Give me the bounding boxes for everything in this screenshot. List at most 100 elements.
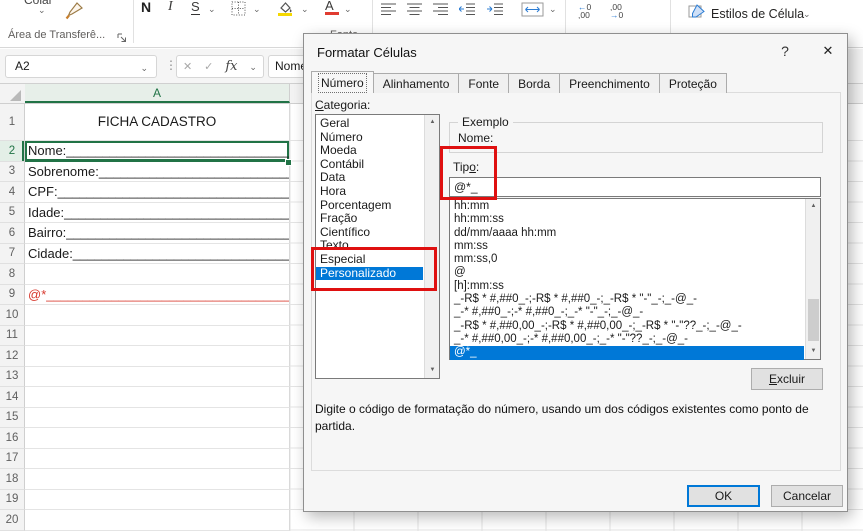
excluir-button[interactable]: Excluir bbox=[751, 368, 823, 390]
row-header[interactable]: 4 bbox=[0, 182, 25, 203]
cancel-entry-icon[interactable]: ✕ bbox=[183, 60, 192, 73]
format-code-item[interactable]: mm:ss bbox=[450, 240, 804, 253]
category-item[interactable]: Porcentagem bbox=[316, 198, 423, 213]
cell-styles-button[interactable]: Estilos de Célula bbox=[711, 7, 804, 21]
cell[interactable]: CPF:___________________________________ bbox=[25, 182, 290, 203]
format-code-item[interactable]: _-* #,##0_-;-* #,##0_-;_-* "-"_-;_-@_- bbox=[450, 306, 804, 319]
format-painter-icon[interactable] bbox=[64, 1, 85, 25]
cell[interactable]: @*____________________________________ bbox=[25, 284, 290, 305]
cell[interactable]: Sobrenome:______________________________ bbox=[25, 161, 290, 182]
category-item[interactable]: Contábil bbox=[316, 157, 423, 172]
cell[interactable] bbox=[25, 325, 290, 346]
clipboard-dialog-launcher-icon[interactable] bbox=[117, 30, 127, 47]
row-header[interactable]: 5 bbox=[0, 202, 25, 223]
fill-handle[interactable] bbox=[285, 158, 292, 166]
align-right-icon[interactable] bbox=[433, 2, 448, 20]
font-color-chevron-icon[interactable]: ⌄ bbox=[344, 4, 352, 15]
row-header[interactable]: 15 bbox=[0, 407, 25, 428]
select-all-corner[interactable] bbox=[10, 90, 21, 101]
fx-chevron-icon[interactable]: ⌄ bbox=[249, 62, 257, 73]
tipo-input[interactable]: @*_ bbox=[449, 177, 821, 197]
increase-decimal-button[interactable]: ←0 ,00 bbox=[578, 3, 591, 20]
format-code-item[interactable]: @*_ bbox=[450, 346, 804, 360]
confirm-entry-icon[interactable]: ✓ bbox=[204, 60, 213, 73]
borders-icon[interactable] bbox=[231, 1, 246, 21]
increase-indent-icon[interactable] bbox=[487, 2, 503, 20]
category-item[interactable]: Data bbox=[316, 171, 423, 185]
bold-button[interactable]: N bbox=[141, 0, 151, 15]
cell[interactable]: Nome:__________________________________ bbox=[25, 141, 290, 162]
name-box[interactable]: A2 ⌄ bbox=[5, 55, 157, 78]
format-codes-scrollbar[interactable]: ▲ ▼ bbox=[805, 199, 820, 359]
row-header[interactable]: 9 bbox=[0, 284, 25, 305]
column-header-a[interactable]: A bbox=[25, 84, 290, 103]
fill-color-chevron-icon[interactable]: ⌄ bbox=[301, 4, 309, 15]
dialog-tab[interactable]: Número bbox=[311, 71, 374, 93]
cell[interactable] bbox=[25, 305, 290, 326]
row-header[interactable]: 14 bbox=[0, 387, 25, 408]
insert-function-icon[interactable]: fx bbox=[225, 59, 237, 74]
row-header[interactable]: 8 bbox=[0, 264, 25, 285]
align-center-icon[interactable] bbox=[407, 2, 422, 20]
cell[interactable] bbox=[25, 407, 290, 428]
row-header[interactable]: 13 bbox=[0, 366, 25, 387]
merge-center-chevron-icon[interactable]: ⌄ bbox=[549, 4, 557, 15]
cell[interactable] bbox=[25, 448, 290, 469]
cell[interactable] bbox=[25, 428, 290, 449]
font-color-icon[interactable]: A bbox=[325, 0, 339, 15]
format-code-item[interactable]: _-R$ * #,##0_-;-R$ * #,##0_-;_-R$ * "-"_… bbox=[450, 293, 804, 306]
row-header[interactable]: 1 bbox=[0, 104, 25, 141]
ok-button[interactable]: OK bbox=[687, 485, 760, 507]
format-code-item[interactable]: hh:mm:ss bbox=[450, 213, 804, 226]
row-header[interactable]: 10 bbox=[0, 305, 25, 326]
scroll-up-icon[interactable]: ▲ bbox=[425, 115, 440, 130]
underline-button[interactable]: S bbox=[191, 0, 200, 15]
row-header[interactable]: 12 bbox=[0, 346, 25, 367]
scroll-down-icon[interactable]: ▼ bbox=[806, 344, 821, 359]
cell[interactable] bbox=[25, 264, 290, 285]
borders-chevron-icon[interactable]: ⌄ bbox=[253, 4, 261, 15]
format-code-item[interactable]: _-* #,##0,00_-;-* #,##0,00_-;_-* "-"??_-… bbox=[450, 333, 804, 346]
decrease-indent-icon[interactable] bbox=[458, 2, 475, 20]
merge-center-icon[interactable] bbox=[521, 2, 544, 22]
align-left-icon[interactable] bbox=[381, 2, 396, 20]
row-header[interactable]: 17 bbox=[0, 448, 25, 469]
decrease-decimal-button[interactable]: ,00 →0 bbox=[610, 3, 623, 20]
format-code-item[interactable]: @ bbox=[450, 266, 804, 279]
category-item[interactable]: Moeda bbox=[316, 144, 423, 158]
category-item[interactable]: Número bbox=[316, 130, 423, 145]
row-header[interactable]: 6 bbox=[0, 223, 25, 244]
name-box-chevron-icon[interactable]: ⌄ bbox=[140, 58, 148, 79]
cell[interactable] bbox=[25, 387, 290, 408]
row-header[interactable]: 3 bbox=[0, 161, 25, 182]
italic-button[interactable]: I bbox=[168, 0, 173, 15]
cell[interactable] bbox=[25, 366, 290, 387]
scroll-down-icon[interactable]: ▼ bbox=[425, 363, 440, 378]
row-header[interactable]: 20 bbox=[0, 510, 25, 531]
scroll-up-icon[interactable]: ▲ bbox=[806, 199, 821, 214]
paste-dropdown-chevron-icon[interactable]: ⌄ bbox=[38, 5, 46, 16]
dialog-close-icon[interactable]: ✕ bbox=[814, 40, 842, 62]
row-header[interactable]: 18 bbox=[0, 469, 25, 490]
dialog-tab[interactable]: Preenchimento bbox=[559, 73, 660, 93]
cell[interactable]: Bairro:_________________________________ bbox=[25, 223, 290, 244]
row-header[interactable]: 16 bbox=[0, 428, 25, 449]
format-codes-listbox[interactable]: hh:mm hh:mm:ss dd/mm/aaaa hh:mm mm:ss mm… bbox=[449, 198, 821, 360]
format-code-item[interactable]: _-R$ * #,##0,00_-;-R$ * #,##0,00_-;_-R$ … bbox=[450, 320, 804, 333]
category-item[interactable]: Geral bbox=[316, 116, 423, 131]
category-item[interactable]: Científico bbox=[316, 225, 423, 240]
format-code-item[interactable]: dd/mm/aaaa hh:mm bbox=[450, 227, 804, 240]
row-header[interactable]: 7 bbox=[0, 243, 25, 264]
format-code-item[interactable]: hh:mm bbox=[450, 200, 804, 213]
row-header[interactable]: 2 bbox=[0, 141, 25, 162]
category-item[interactable]: Fração bbox=[316, 212, 423, 226]
dialog-tab[interactable]: Borda bbox=[508, 73, 561, 93]
cell[interactable] bbox=[25, 510, 290, 531]
dialog-tab[interactable]: Alinhamento bbox=[372, 73, 460, 93]
underline-chevron-icon[interactable]: ⌄ bbox=[208, 4, 216, 15]
cancel-button[interactable]: Cancelar bbox=[771, 485, 843, 507]
cell[interactable] bbox=[25, 489, 290, 510]
cell[interactable]: Idade:_________________________________ bbox=[25, 202, 290, 223]
scrollbar-thumb[interactable] bbox=[808, 299, 819, 341]
dialog-tab[interactable]: Proteção bbox=[658, 73, 727, 93]
